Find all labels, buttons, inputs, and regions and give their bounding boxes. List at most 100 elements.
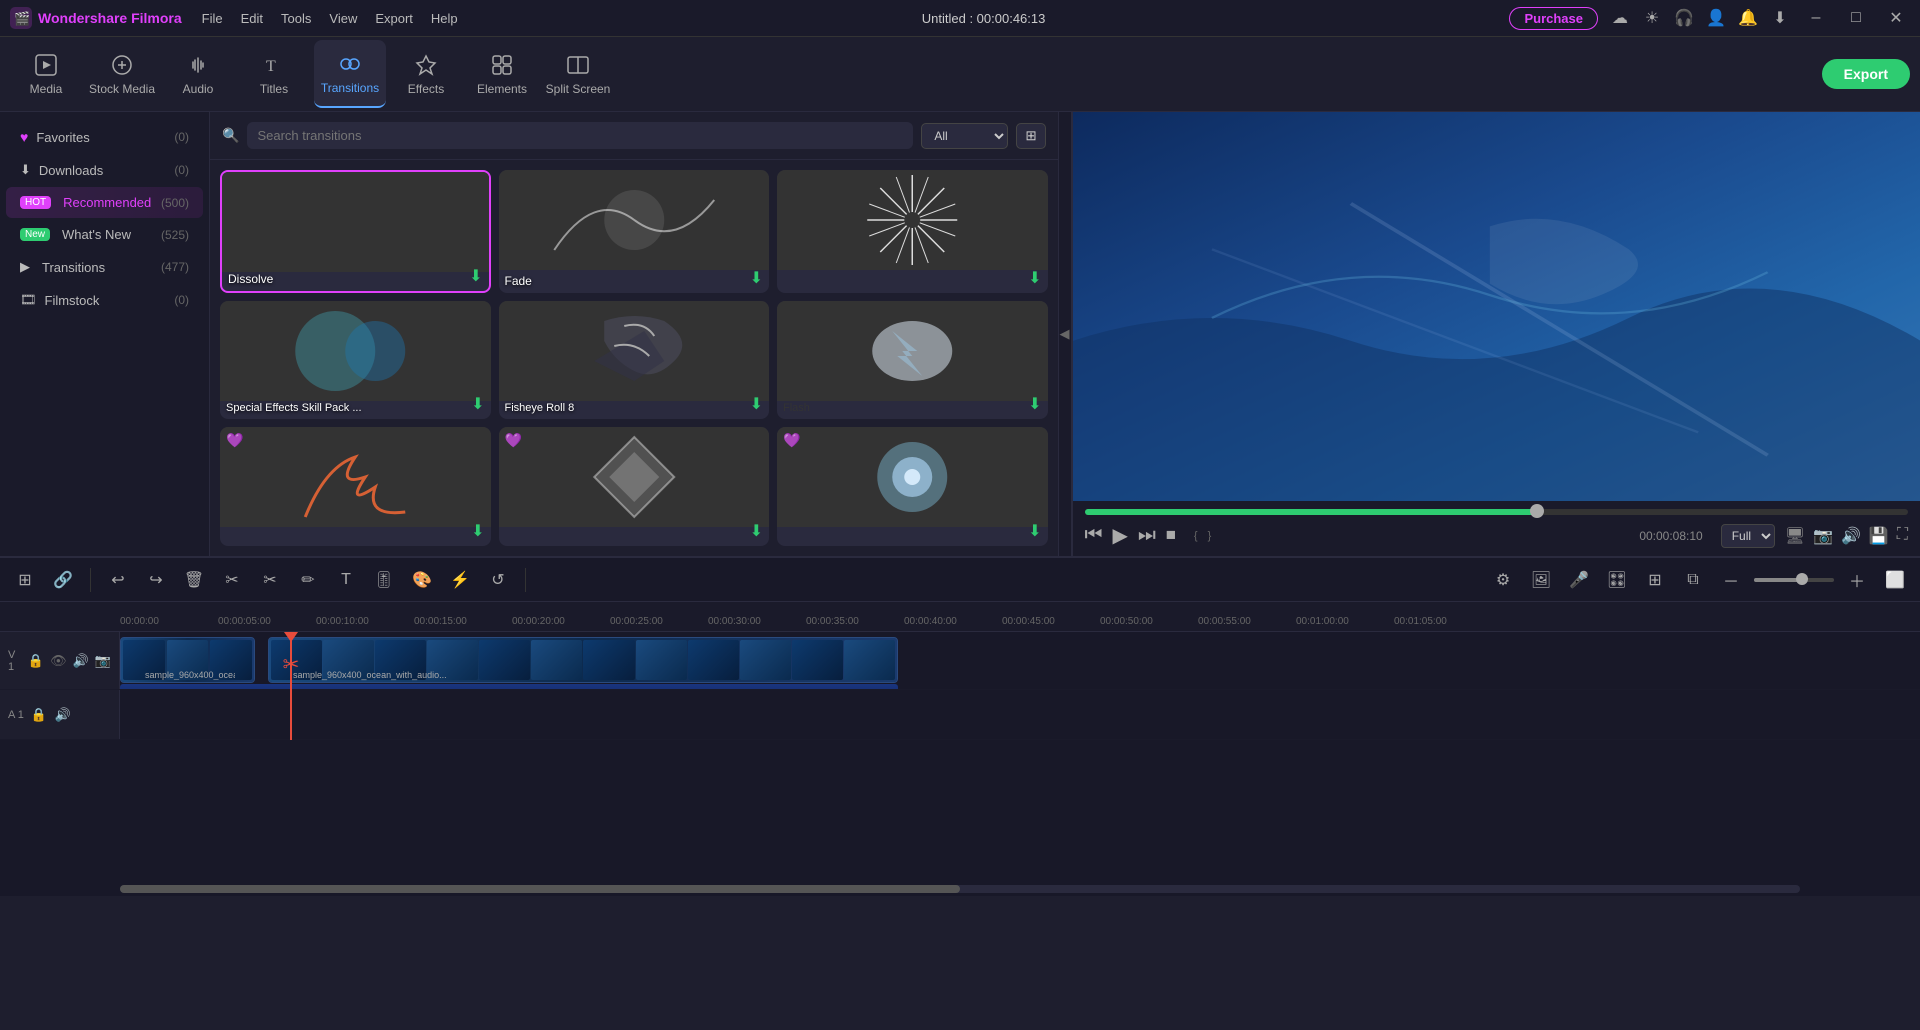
transition-starburst[interactable]: ⬇	[777, 170, 1048, 293]
reverse[interactable]: ↺	[483, 565, 513, 595]
zoom-in-icon[interactable]: ＋	[1842, 565, 1872, 595]
track-mute-v1[interactable]: 🔊	[73, 652, 89, 670]
download-fire-icon[interactable]: ⬇	[471, 521, 484, 541]
tool-media[interactable]: Media	[10, 40, 82, 108]
transition-dissolve[interactable]: Dissolve ⬇	[220, 170, 491, 293]
screen-size-icon[interactable]: 🖥	[1785, 526, 1805, 546]
video-track-content[interactable]: sample_960x400_ocean... sample_960x400_o…	[120, 632, 1920, 689]
sidebar-item-filmstock[interactable]: 🎞 Filmstock (0)	[6, 284, 203, 316]
add-track-button[interactable]: ⊞	[10, 565, 40, 595]
fit-timeline-icon[interactable]: ⬜	[1880, 565, 1910, 595]
video-clip-1[interactable]: sample_960x400_ocean...	[120, 637, 255, 683]
download-special-icon[interactable]: ⬇	[471, 394, 484, 414]
color-correct[interactable]: 🎨	[407, 565, 437, 595]
transition-fisheye-roll[interactable]: Fisheye Roll 8 ⬇	[499, 301, 770, 420]
zoom-slider[interactable]	[1754, 578, 1834, 582]
link-clip-button[interactable]: 🔗	[48, 565, 78, 595]
tool-stock-media[interactable]: Stock Media	[86, 40, 158, 108]
tool-elements[interactable]: Elements	[466, 40, 538, 108]
horizontal-scrollbar[interactable]	[120, 885, 1800, 893]
transition-fire[interactable]: 💜 ⬇	[220, 427, 491, 546]
stop-button[interactable]: ⏹	[1166, 524, 1176, 547]
tool-audio[interactable]: Audio	[162, 40, 234, 108]
sidebar-item-favorites[interactable]: ♥ Favorites (0)	[6, 121, 203, 153]
tool-split-screen[interactable]: Split Screen	[542, 40, 614, 108]
menu-edit[interactable]: Edit	[241, 11, 263, 26]
tool-effects[interactable]: Effects	[390, 40, 462, 108]
pen-tool[interactable]: ✏	[293, 565, 323, 595]
play-pause-button[interactable]: ▶	[1113, 523, 1128, 548]
filter-dropdown[interactable]: All Free Premium	[921, 123, 1008, 149]
delete-button[interactable]: 🗑	[179, 565, 209, 595]
download-flash-icon[interactable]: ⬇	[1028, 394, 1041, 414]
sidebar-item-whats-new[interactable]: New What's New (525)	[6, 219, 203, 250]
settings-timeline-icon[interactable]: ⚙	[1488, 565, 1518, 595]
video-clip-2[interactable]: sample_960x400_ocean_with_audio...	[268, 637, 898, 683]
motion-track-icon[interactable]: ⊞	[1640, 565, 1670, 595]
progress-handle[interactable]	[1530, 504, 1544, 518]
track-mute-a1[interactable]: 🔊	[54, 706, 72, 724]
transition-glow[interactable]: 💜 ⬇	[777, 427, 1048, 546]
audio-mixer-icon[interactable]: 🎛	[1602, 565, 1632, 595]
download-fade-icon[interactable]: ⬇	[750, 268, 763, 288]
download-starburst-icon[interactable]: ⬇	[1028, 268, 1041, 288]
notifications-icon[interactable]: 🔔	[1738, 8, 1758, 28]
audio-icon[interactable]: 🔊	[1841, 526, 1861, 546]
menu-tools[interactable]: Tools	[281, 11, 311, 26]
close-button[interactable]: ✕	[1882, 4, 1910, 32]
quality-select[interactable]: Full 1/2 1/4	[1721, 524, 1775, 548]
transition-fade[interactable]: Fade ⬇	[499, 170, 770, 293]
clip-thumbnail-toggle[interactable]: 🖼	[1526, 565, 1556, 595]
track-lock-a1[interactable]: 🔒	[30, 706, 48, 724]
mic-icon[interactable]: 🎤	[1564, 565, 1594, 595]
menu-export[interactable]: Export	[375, 11, 413, 26]
redo-button[interactable]: ↪	[141, 565, 171, 595]
cloud-icon[interactable]: ☁	[1610, 8, 1630, 28]
tool-titles[interactable]: T Titles	[238, 40, 310, 108]
track-lock-v1[interactable]: 🔒	[28, 652, 44, 670]
audio-adjust[interactable]: 🎚	[369, 565, 399, 595]
transition-flash[interactable]: Flash ⬇	[777, 301, 1048, 420]
track-hide-v1[interactable]: 👁	[50, 652, 67, 670]
menu-view[interactable]: View	[329, 11, 357, 26]
split-button[interactable]: ✂	[217, 565, 247, 595]
download-fisheye-icon[interactable]: ⬇	[750, 394, 763, 414]
sun-icon[interactable]: ☀	[1642, 8, 1662, 28]
rewind-button[interactable]: ⏮	[1085, 524, 1103, 547]
download-geo-icon[interactable]: ⬇	[750, 521, 763, 541]
tool-transitions[interactable]: Transitions	[314, 40, 386, 108]
screenshot-icon[interactable]: 📷	[1813, 526, 1833, 546]
purchase-button[interactable]: Purchase	[1509, 7, 1598, 30]
fullscreen-icon[interactable]: ⛶	[1897, 526, 1908, 546]
transition-special-effects[interactable]: Special Effects Skill Pack ... ⬇	[220, 301, 491, 420]
menu-file[interactable]: File	[202, 11, 223, 26]
download-icon[interactable]: ⬇	[1770, 8, 1790, 28]
search-input[interactable]	[247, 122, 913, 149]
user-avatar[interactable]: 👤	[1706, 8, 1726, 28]
scrollbar-thumb[interactable]	[120, 885, 960, 893]
minimize-button[interactable]: –	[1802, 4, 1830, 32]
fast-forward-button[interactable]: ⏭	[1138, 524, 1156, 547]
progress-bar[interactable]	[1085, 509, 1909, 515]
audio-track-content[interactable]	[120, 690, 1920, 739]
zoom-out-icon[interactable]: －	[1716, 565, 1746, 595]
menu-help[interactable]: Help	[431, 11, 458, 26]
crop-button[interactable]: ✂	[255, 565, 285, 595]
speed-ramp[interactable]: ⚡	[445, 565, 475, 595]
sidebar-item-recommended[interactable]: HOT Recommended (500)	[6, 187, 203, 218]
transition-geo[interactable]: 💜 ⬇	[499, 427, 770, 546]
download-dissolve-icon[interactable]: ⬇	[469, 266, 482, 286]
pip-icon[interactable]: ⧉	[1678, 565, 1708, 595]
undo-button[interactable]: ↩	[103, 565, 133, 595]
headphone-icon[interactable]: 🎧	[1674, 8, 1694, 28]
download-glow-icon[interactable]: ⬇	[1028, 521, 1041, 541]
sidebar-item-downloads[interactable]: ⬇ Downloads (0)	[6, 154, 203, 186]
sidebar-item-transitions[interactable]: ▶ Transitions (477)	[6, 251, 203, 283]
export-button[interactable]: Export	[1822, 59, 1910, 89]
text-tool[interactable]: T	[331, 565, 361, 595]
render-preview-icon[interactable]: 💾	[1869, 526, 1889, 546]
grid-toggle-button[interactable]: ⊞	[1016, 123, 1045, 149]
maximize-button[interactable]: □	[1842, 4, 1870, 32]
track-camera-v1[interactable]: 📷	[95, 652, 111, 670]
panel-collapse-button[interactable]: ◀	[1058, 112, 1072, 556]
